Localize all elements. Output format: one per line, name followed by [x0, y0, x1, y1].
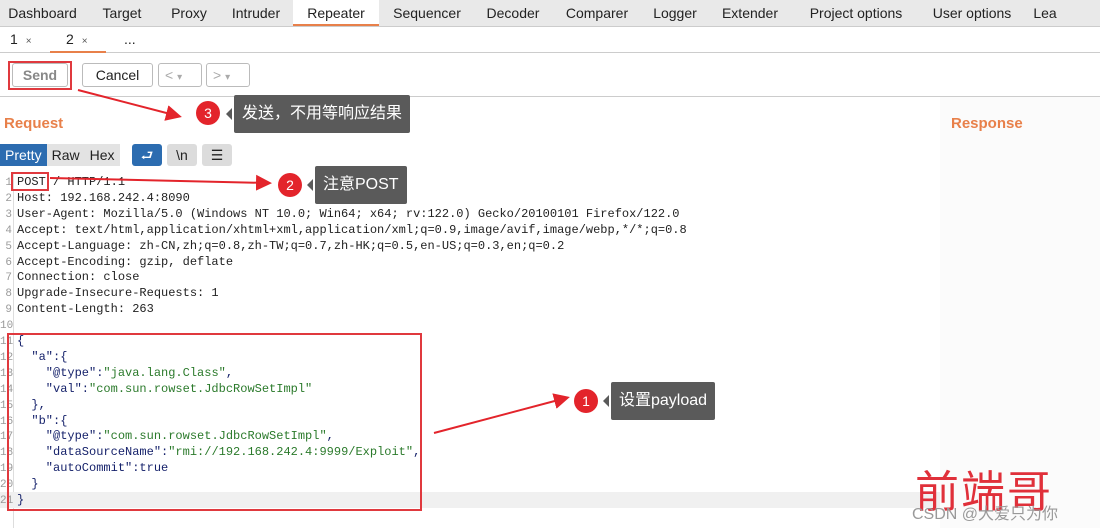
annotation-badge-1: 1: [574, 389, 598, 413]
arrow-to-payload: [433, 393, 570, 434]
annotation-badge-3: 3: [196, 101, 220, 125]
annotation-callout-1: 设置payload: [602, 382, 716, 420]
arrow-to-send: [77, 89, 182, 121]
annotation-arrows: [49, 89, 570, 434]
annotation-badge-2: 2: [278, 173, 302, 197]
annotation-callout-3: 发送，不用等响应结果: [225, 95, 411, 133]
arrow-to-post: [49, 174, 272, 191]
watermark-credit: CSDN @大爱只为你: [912, 506, 1059, 523]
annotation-callout-2: 注意POST: [307, 166, 407, 204]
